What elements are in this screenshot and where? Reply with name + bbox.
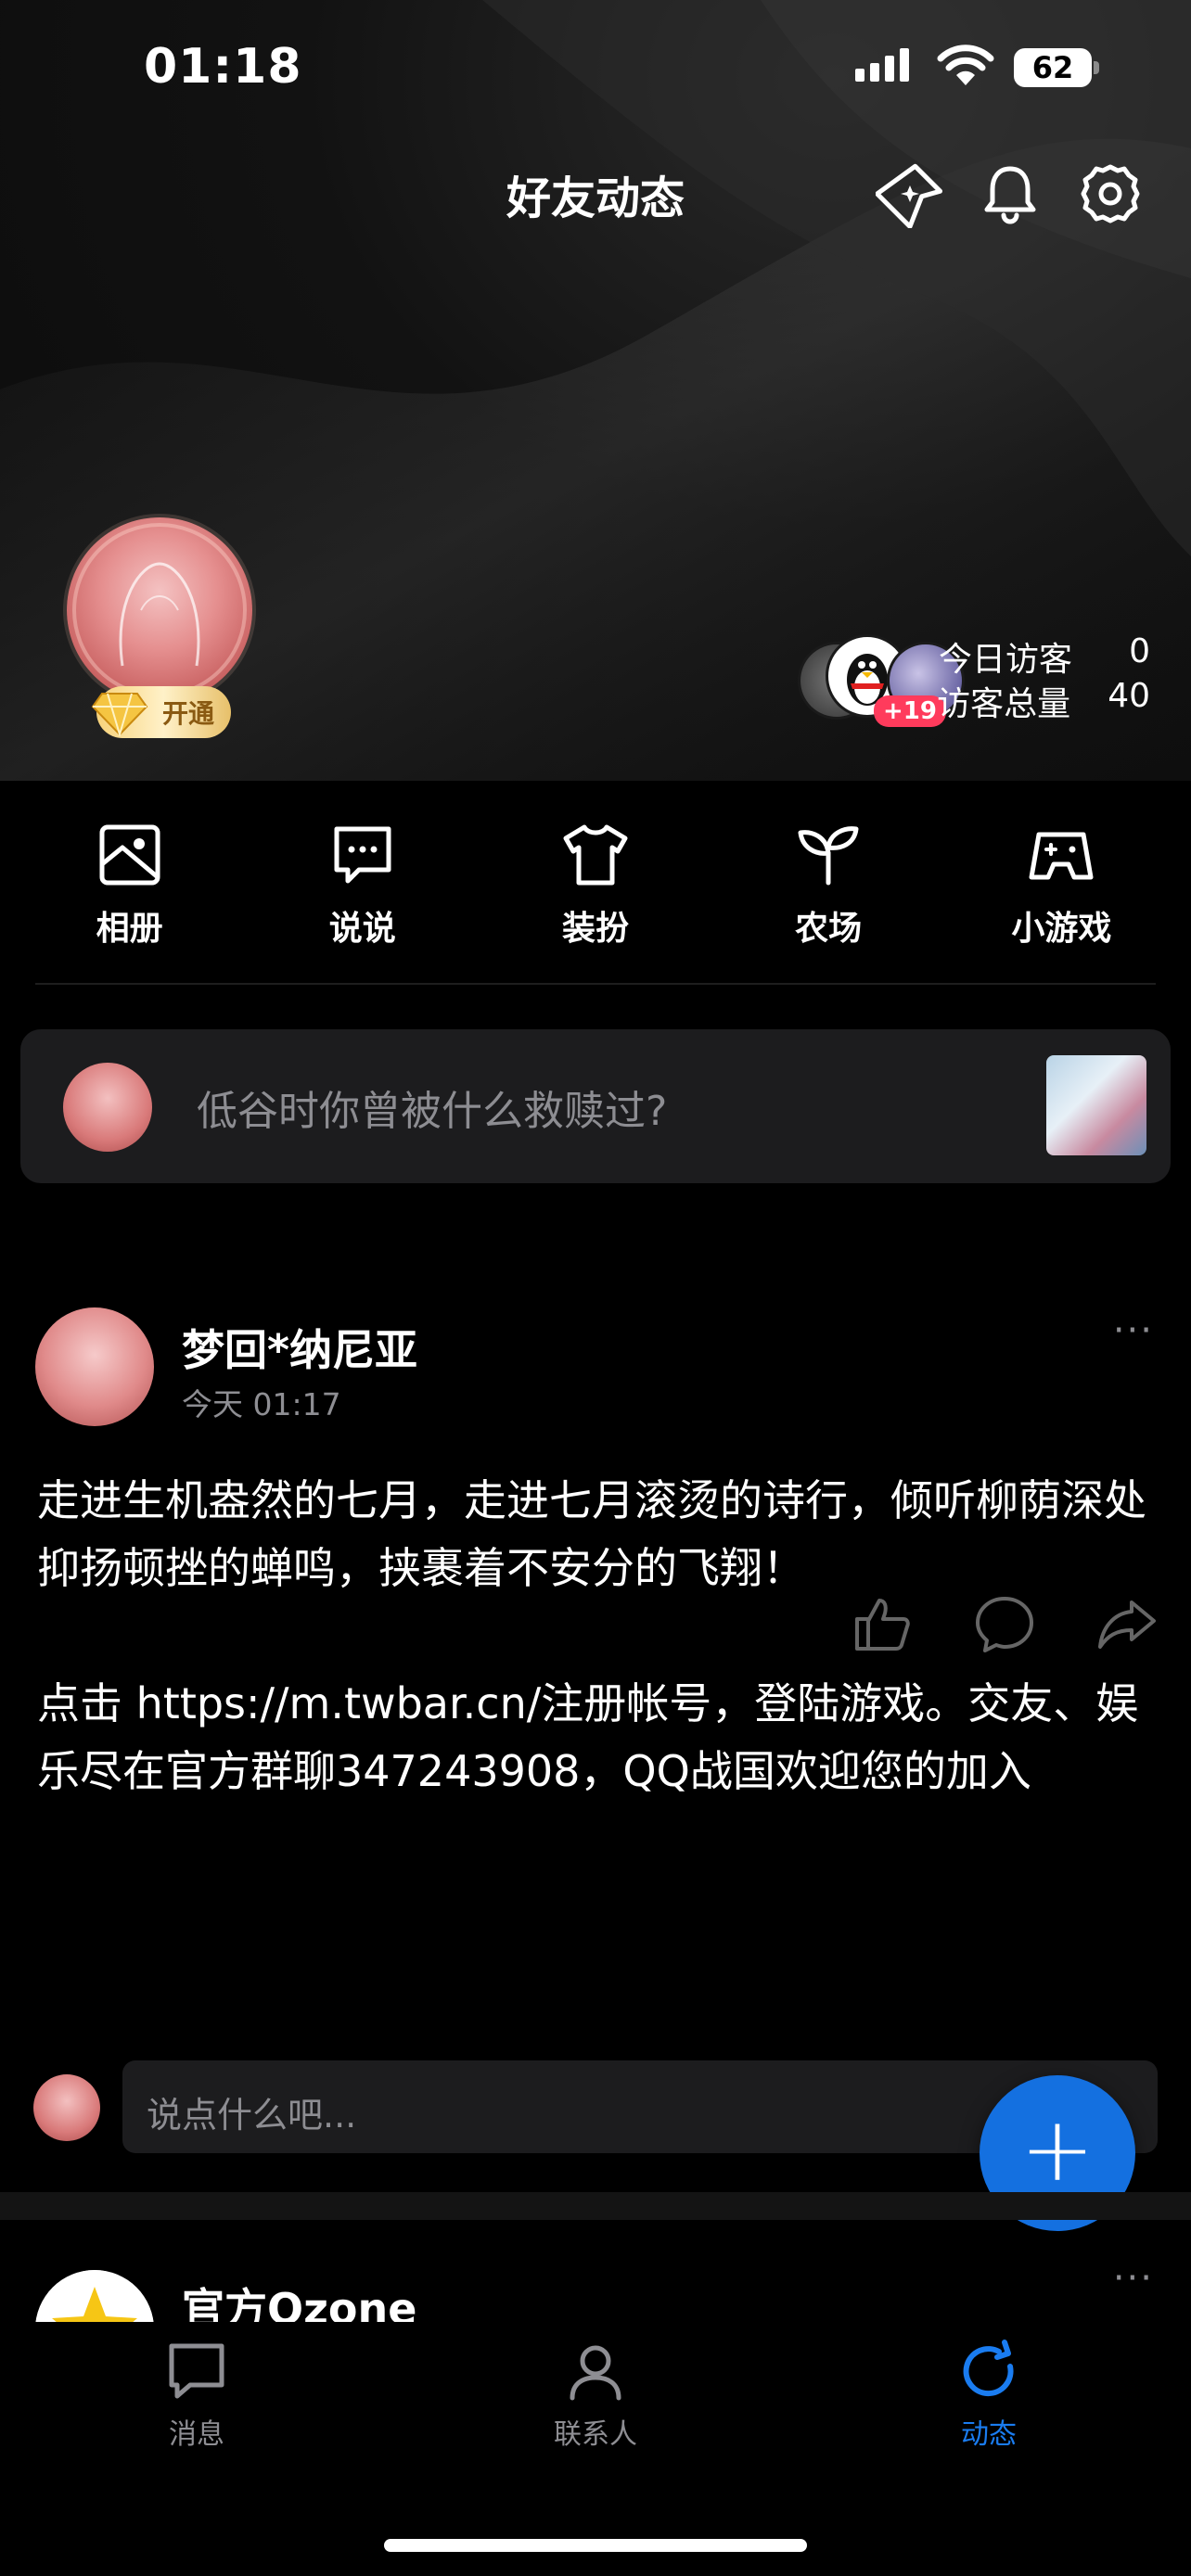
photo-album-icon (99, 824, 160, 886)
entry-minigame[interactable]: 小游戏 (978, 781, 1145, 985)
entry-shuoshuo[interactable]: 说说 (279, 781, 446, 985)
wifi-icon (937, 45, 994, 85)
entry-minigame-label: 小游戏 (1011, 910, 1112, 948)
cellular-signal-icon (855, 48, 909, 82)
status-time: 01:18 (144, 39, 302, 95)
post-composer[interactable]: 低谷时你曾被什么救赎过? (20, 1029, 1171, 1183)
visitor-extra-count: +19 (874, 695, 946, 727)
post2-author-avatar[interactable] (35, 2270, 154, 2322)
battery-level: 62 (1014, 48, 1092, 87)
nav-bar: 好友动态 (0, 148, 1191, 241)
comment-icon[interactable] (974, 1593, 1035, 1654)
feed-separator (0, 2192, 1191, 2220)
tab-messages[interactable]: 消息 (95, 2339, 299, 2452)
today-visitors-row: 今日访客 0 (939, 632, 1150, 681)
divider (35, 983, 1156, 985)
tab-bar: 消息 联系人 动态 (0, 2322, 1191, 2576)
feed-post-2: 官方Qzone ··· (0, 2220, 1191, 2322)
tab-feed[interactable]: 动态 (887, 2339, 1091, 2452)
today-visitors-label: 今日访客 (938, 641, 1072, 679)
entry-farm-label: 农场 (795, 910, 863, 948)
sprout-icon (798, 826, 859, 886)
home-indicator (384, 2539, 807, 2552)
composer-sticker-image[interactable] (1046, 1055, 1146, 1155)
post-author-name[interactable]: 梦回*纳尼亚 (182, 1317, 417, 1378)
composer-avatar (63, 1063, 152, 1152)
diamond-icon (91, 693, 148, 736)
post2-more-icon[interactable]: ··· (1113, 2257, 1154, 2300)
gear-icon[interactable] (1076, 159, 1145, 228)
total-visitors-row: 访客总量 40 (937, 677, 1150, 725)
bell-icon[interactable] (976, 159, 1044, 228)
like-icon[interactable] (852, 1593, 913, 1654)
contacts-icon (570, 2345, 621, 2401)
entry-album-label: 相册 (96, 910, 163, 948)
share-icon[interactable] (1096, 1593, 1158, 1654)
tab-contacts-label: 联系人 (554, 2418, 637, 2451)
visitor-stats[interactable]: +19 今日访客 0 访客总量 40 (798, 629, 1150, 731)
gamepad-icon (1029, 832, 1094, 880)
quick-entries: 相册 说说 装扮 农场 小游戏 (0, 781, 1191, 985)
total-visitors-label: 访客总量 (937, 685, 1071, 723)
tab-messages-label: 消息 (169, 2418, 224, 2451)
entry-dressup-label: 装扮 (561, 910, 629, 948)
entry-farm[interactable]: 农场 (745, 781, 912, 985)
battery-icon: 62 (1014, 48, 1099, 87)
post-author-avatar[interactable] (35, 1307, 154, 1426)
message-icon (169, 2343, 224, 2399)
shirt-icon (563, 824, 628, 886)
tab-feed-label: 动态 (961, 2418, 1017, 2451)
post-time: 今天 01:17 (182, 1386, 341, 1422)
sparkle-dress-icon[interactable] (876, 159, 944, 228)
tab-contacts[interactable]: 联系人 (493, 2339, 698, 2452)
post2-author-name[interactable]: 官方Qzone (182, 2276, 416, 2322)
refresh-icon (963, 2340, 1014, 2397)
entry-album[interactable]: 相册 (46, 781, 213, 985)
star-logo-icon (35, 2270, 154, 2322)
vip-label: 开通 (161, 698, 214, 729)
plus-icon: + (1019, 2098, 1095, 2201)
entry-dressup[interactable]: 装扮 (512, 781, 679, 985)
total-visitors-value: 40 (1108, 677, 1150, 715)
status-bar: 01:18 62 (0, 0, 1191, 139)
comment-avatar (33, 2074, 100, 2141)
chat-bubble-icon (334, 826, 391, 884)
vip-open-badge[interactable]: 开通 (91, 686, 231, 738)
composer-prompt[interactable]: 低谷时你曾被什么救赎过? (197, 1078, 667, 1137)
post-more-icon[interactable]: ··· (1113, 1309, 1154, 1352)
post-actions (852, 1593, 1158, 1654)
entry-shuoshuo-label: 说说 (328, 910, 396, 948)
profile-avatar[interactable] (67, 517, 252, 703)
today-visitors-value: 0 (1129, 632, 1150, 670)
